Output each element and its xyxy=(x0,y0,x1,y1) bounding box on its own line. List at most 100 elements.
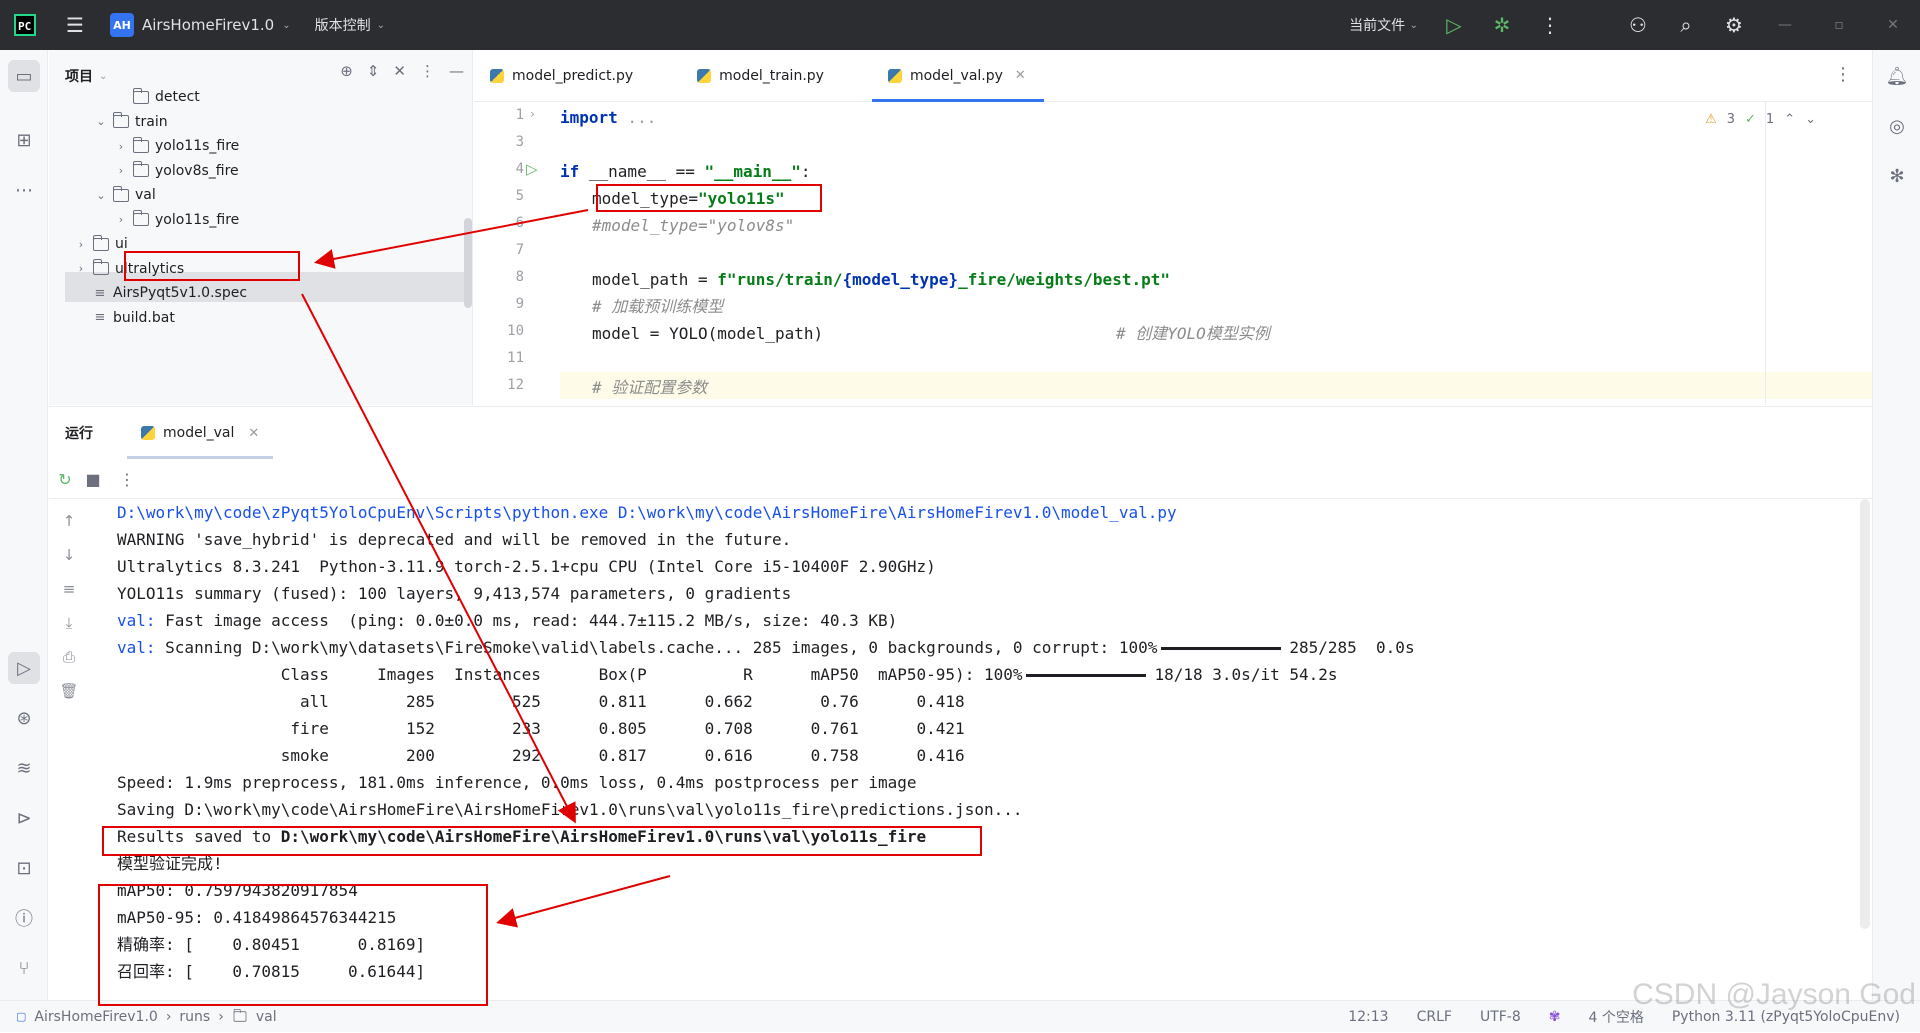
run-panel-title: 运行 xyxy=(65,426,93,442)
git-branch-icon[interactable]: ⑂ xyxy=(8,952,40,984)
debug-icon[interactable]: ✲ xyxy=(1478,0,1526,50)
check-icon: ✓ xyxy=(1745,112,1756,127)
code-line-1: import ... xyxy=(560,104,656,131)
add-user-icon[interactable]: ⚇ xyxy=(1614,0,1662,50)
run-tool-icon[interactable]: ▷ xyxy=(8,652,40,684)
more-horizontal-icon[interactable]: ⋯ xyxy=(8,174,40,206)
tab-label: model_train.py xyxy=(719,67,824,84)
stop-icon[interactable]: ■ xyxy=(81,467,105,491)
tab-model-val[interactable]: model_val.py ✕ xyxy=(871,50,1044,102)
run-config-selector[interactable]: 当前文件 ⌄ xyxy=(1337,0,1430,50)
code-text[interactable]: import ... if __name__ == "__main__": mo… xyxy=(560,102,1760,405)
line-ending[interactable]: CRLF xyxy=(1417,1009,1452,1025)
search-icon[interactable]: ⌕ xyxy=(1662,0,1710,50)
project-switcher[interactable]: AH AirsHomeFirev1.0 ⌄ xyxy=(110,13,291,37)
pycharm-logo-icon[interactable]: PC xyxy=(0,0,50,50)
layers-icon[interactable]: ≋ xyxy=(8,752,40,784)
soft-wrap-icon[interactable]: ≡ xyxy=(57,577,81,601)
trash-icon[interactable]: 🗑︎ xyxy=(57,679,81,703)
chevron-down-icon[interactable]: ⌄ xyxy=(95,115,107,128)
breadcrumb-item[interactable]: val xyxy=(256,1009,277,1025)
file-encoding[interactable]: UTF-8 xyxy=(1480,1009,1521,1025)
editor-area: model_predict.py model_train.py model_va… xyxy=(474,50,1872,405)
code-line-4: if __name__ == "__main__": xyxy=(560,158,810,185)
more-vertical-icon[interactable]: ⋮ xyxy=(115,467,139,491)
structure-icon[interactable]: ⊞ xyxy=(8,124,40,156)
console-text: Class Images Instances Box(P R mAP50 mAP… xyxy=(117,665,1023,684)
line-number: 4 xyxy=(515,161,524,177)
chevron-right-icon[interactable]: › xyxy=(115,213,127,226)
run-tab-label: model_val xyxy=(163,425,235,441)
console-line: Results saved to D:\work\my\code\AirsHom… xyxy=(117,823,926,850)
code-line-12: # 验证配置参数 xyxy=(592,374,707,401)
run-tab-model-val[interactable]: model_val ✕ xyxy=(127,407,274,459)
console-scrollbar[interactable] xyxy=(1860,499,1870,929)
chevron-right-icon[interactable]: › xyxy=(115,140,127,153)
arrow-up-icon[interactable]: ↑ xyxy=(57,509,81,533)
hamburger-menu-icon[interactable]: ☰ xyxy=(50,0,100,50)
gear-icon[interactable]: ⚙ xyxy=(1710,0,1758,50)
services-icon[interactable]: ⊳ xyxy=(8,802,40,834)
console-line: 模型验证完成! xyxy=(117,854,223,873)
problems-icon[interactable]: ⓘ xyxy=(8,902,40,934)
minimize-button[interactable]: — xyxy=(1758,0,1812,50)
line-number: 10 xyxy=(507,323,524,339)
tree-item[interactable]: ≡ build.bat xyxy=(75,303,175,333)
arrow-down-icon[interactable]: ↓ xyxy=(57,543,81,567)
ai-status-icon[interactable]: ✾ xyxy=(1549,1009,1561,1025)
more-vertical-icon[interactable]: ⋮ xyxy=(1526,0,1574,50)
collapse-all-icon[interactable]: ✕ xyxy=(393,62,406,80)
vcs-label: 版本控制 xyxy=(314,18,371,34)
breadcrumb-item[interactable]: runs xyxy=(179,1009,210,1025)
chevron-down-icon[interactable]: ⌄ xyxy=(95,189,107,202)
chevron-down-icon[interactable]: ⌄ xyxy=(1805,112,1816,127)
python-console-icon[interactable]: ⊛ xyxy=(8,702,40,734)
vcs-menu[interactable]: 版本控制 ⌄ xyxy=(315,15,385,35)
breadcrumb-item[interactable]: AirsHomeFirev1.0 xyxy=(34,1009,157,1025)
chevron-up-icon[interactable]: ⌃ xyxy=(1784,112,1795,127)
more-vertical-icon[interactable]: ⋮ xyxy=(420,62,435,80)
terminal-icon[interactable]: ⊡ xyxy=(8,852,40,884)
progress-bar xyxy=(1161,647,1282,650)
code-line-5: model_type="yolo11s" xyxy=(592,185,785,212)
run-icon[interactable]: ▷ xyxy=(1430,0,1478,50)
maximize-button[interactable]: ▫ xyxy=(1812,0,1866,50)
tree-item[interactable]: › yolo11s_fire xyxy=(115,205,239,235)
inspection-widget[interactable]: ⚠ 3 ✓ 1 ⌃ ⌄ xyxy=(1705,112,1816,127)
locate-icon[interactable]: ⊕ xyxy=(340,62,353,80)
notifications-icon[interactable]: 🔔︎ xyxy=(1881,60,1913,92)
hide-panel-icon[interactable]: — xyxy=(449,62,464,80)
close-tab-icon[interactable]: ✕ xyxy=(1015,68,1026,83)
scroll-to-end-icon[interactable]: ⤓ xyxy=(57,611,81,635)
console-line: 召回率: [ 0.70815 0.61644] xyxy=(117,962,426,981)
chevron-down-icon: ⌄ xyxy=(99,70,108,82)
caret-position[interactable]: 12:13 xyxy=(1348,1009,1388,1025)
code-token: model_type= xyxy=(592,189,698,208)
fold-icon[interactable]: › xyxy=(530,107,535,121)
code-token: __name__ == xyxy=(579,162,705,181)
code-line-6: #model_type="yolov8s" xyxy=(592,212,794,239)
expand-all-icon[interactable]: ⇕ xyxy=(367,62,380,80)
console-output[interactable]: D:\work\my\code\zPyqt5YoloCpuEnv\Scripts… xyxy=(117,499,1857,999)
chevron-right-icon[interactable]: › xyxy=(75,238,87,251)
print-icon[interactable]: ⎙ xyxy=(57,645,81,669)
more-vertical-icon[interactable]: ⋮ xyxy=(1834,64,1852,85)
project-scrollbar[interactable] xyxy=(464,218,472,308)
close-button[interactable]: ✕ xyxy=(1866,0,1920,50)
line-number: 1 xyxy=(515,107,524,123)
chevron-right-icon[interactable]: › xyxy=(75,262,87,275)
file-icon: ≡ xyxy=(94,310,106,325)
ai-assistant-icon[interactable]: ◎ xyxy=(1881,110,1913,142)
line-number: 3 xyxy=(515,134,524,150)
chevron-right-icon[interactable]: › xyxy=(115,164,127,177)
close-tab-icon[interactable]: ✕ xyxy=(248,426,259,441)
plugin-icon[interactable]: ✻ xyxy=(1881,160,1913,192)
folder-icon[interactable]: ▭ xyxy=(8,60,40,92)
run-gutter-icon[interactable]: ▷ xyxy=(526,160,538,178)
python-file-icon xyxy=(490,68,504,83)
tab-label: model_val.py xyxy=(909,67,1003,84)
rerun-icon[interactable]: ↻ xyxy=(53,467,77,491)
tab-model-predict[interactable]: model_predict.py xyxy=(474,50,651,102)
left-tool-strip: ▭ ⊞ ⋯ ▷ ⊛ ≋ ⊳ ⊡ ⓘ ⑂ xyxy=(0,50,48,1000)
tab-model-train[interactable]: model_train.py xyxy=(681,50,842,102)
